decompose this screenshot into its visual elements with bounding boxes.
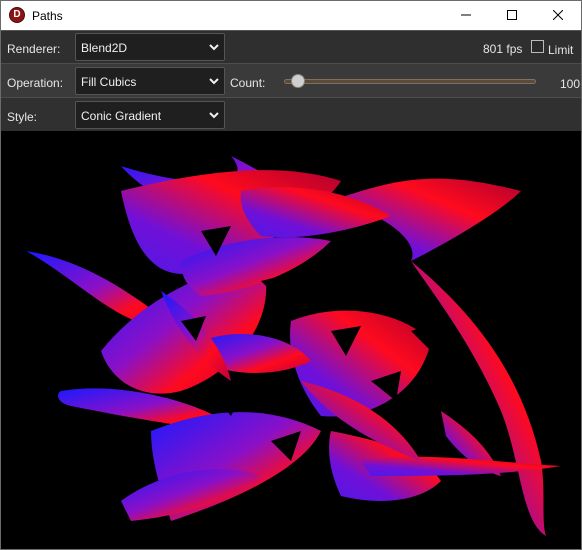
- blend2d-logo-icon: D: [9, 7, 25, 23]
- app-window: D Paths Renderer: Blend2D 801 fps Limit …: [0, 0, 582, 550]
- style-select[interactable]: Conic Gradient: [75, 101, 225, 129]
- close-button[interactable]: [535, 1, 581, 30]
- chevron-down-icon: [209, 44, 219, 51]
- renderer-row: Renderer: Blend2D 801 fps Limit: [1, 30, 581, 63]
- style-row: Style: Conic Gradient: [1, 97, 581, 131]
- style-label: Style:: [7, 110, 38, 124]
- renderer-select[interactable]: Blend2D: [75, 33, 225, 61]
- operation-label: Operation:: [7, 76, 64, 90]
- minimize-icon: [461, 14, 471, 16]
- chevron-down-icon: [209, 78, 219, 85]
- count-slider[interactable]: [284, 79, 536, 84]
- renderer-label: Renderer:: [7, 42, 61, 56]
- limit-checkbox[interactable]: [531, 40, 544, 53]
- style-value: Conic Gradient: [81, 109, 162, 123]
- count-label: Count:: [230, 76, 266, 90]
- operation-select[interactable]: Fill Cubics: [75, 67, 225, 95]
- maximize-icon: [507, 10, 517, 20]
- count-value: 100: [560, 77, 581, 91]
- count-slider-thumb[interactable]: [291, 74, 306, 88]
- fps-counter: 801 fps: [483, 42, 523, 56]
- window-title: Paths: [32, 9, 63, 23]
- app-icon-letter: D: [13, 9, 21, 20]
- operation-row: Operation: Fill Cubics Count: 100: [1, 63, 581, 97]
- title-bar[interactable]: D Paths: [1, 1, 581, 30]
- cubic-paths-drawing: [26, 156, 561, 536]
- filled-cubic-paths: [26, 156, 561, 536]
- close-icon: [553, 10, 563, 20]
- render-canvas[interactable]: [1, 131, 581, 549]
- chevron-down-icon: [209, 112, 219, 119]
- limit-label: Limit: [548, 43, 574, 57]
- maximize-button[interactable]: [489, 1, 535, 30]
- operation-value: Fill Cubics: [81, 75, 137, 89]
- renderer-value: Blend2D: [81, 41, 128, 55]
- minimize-button[interactable]: [443, 1, 489, 30]
